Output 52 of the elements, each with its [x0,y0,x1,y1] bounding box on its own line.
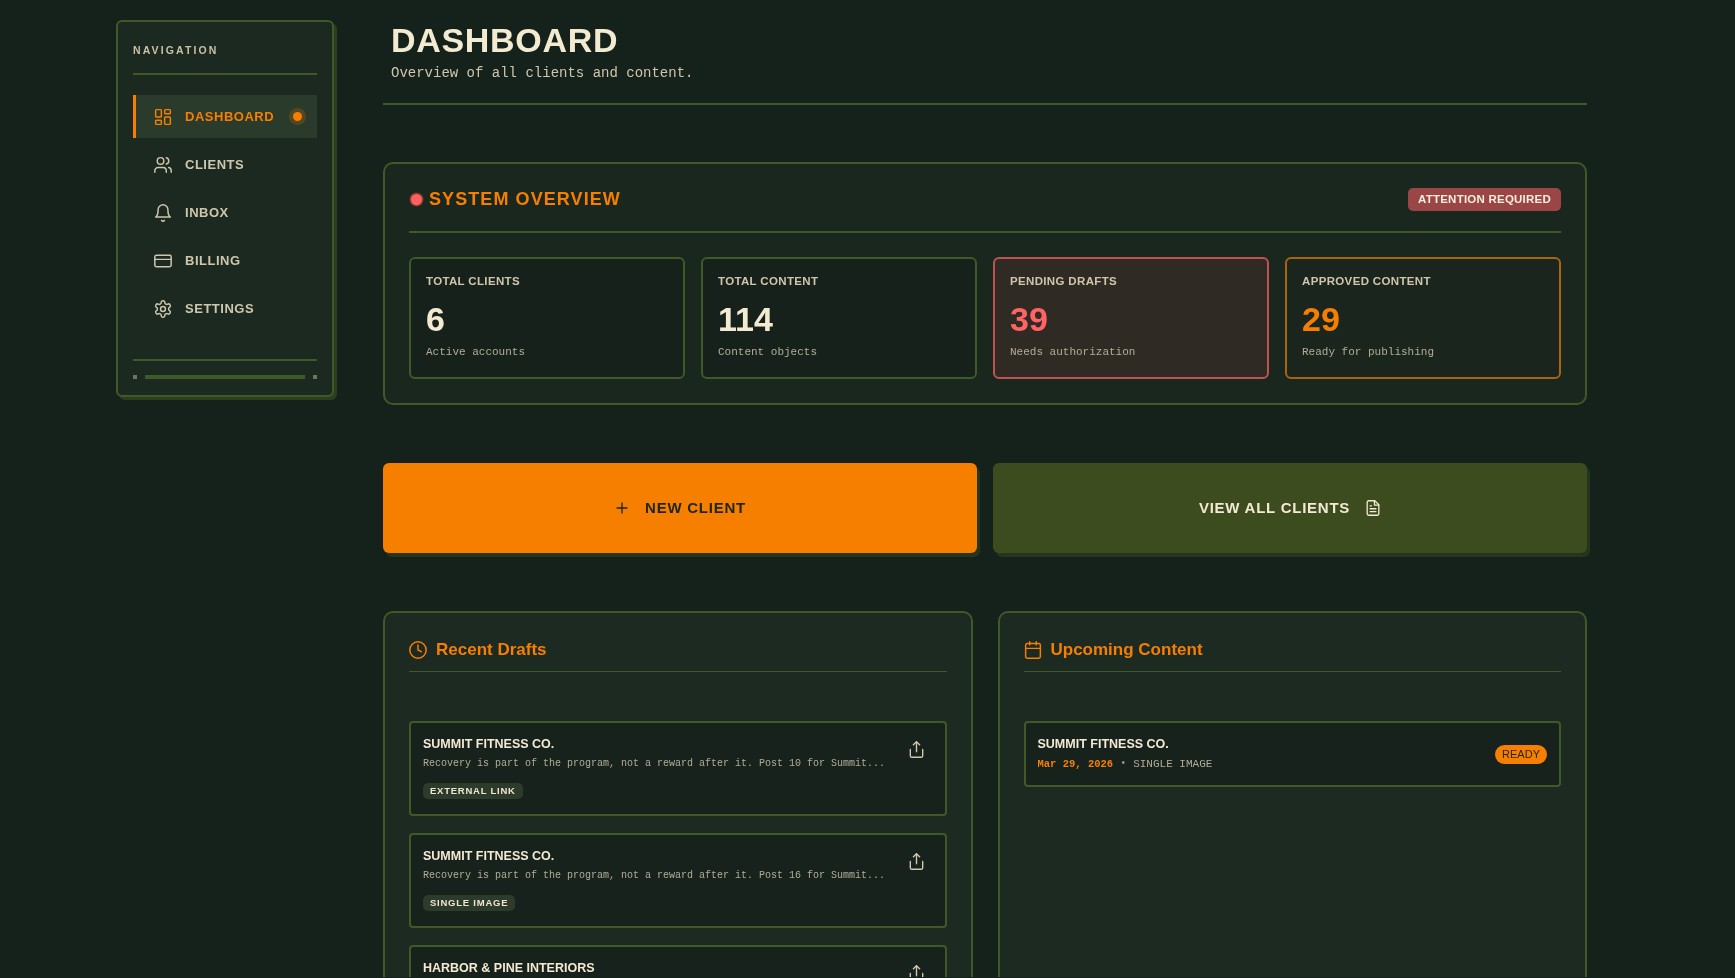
share-icon[interactable] [907,853,925,870]
sidebar-heading: NAVIGATION [133,43,220,58]
stat-value: 6 [426,299,446,339]
stat-value: 29 [1302,299,1341,339]
users-icon [154,155,172,174]
draft-excerpt: Recovery is part of the program, not a reward after it. Post 10 for Summit... [423,757,887,771]
nav-item[interactable]: SETTINGS [133,287,317,330]
client-name: SUMMIT FITNESS CO. [1037,736,1170,753]
client-name: SUMMIT FITNESS CO. [423,736,556,753]
settings-icon [154,299,172,318]
calendar-icon [1023,641,1042,659]
stat-value: 114 [718,299,774,339]
dashboard-grid-icon [154,107,172,126]
page-title: DASHBOARD [391,20,620,60]
stat-caption: Active accounts [426,345,527,360]
panel-title: Recent Drafts [436,639,547,661]
stat-caption: Ready for publishing [1302,345,1436,360]
attention-badge: ATTENTION REQUIRED [1408,188,1561,211]
format-tag: EXTERNAL LINK [423,783,523,799]
publish-date: Mar 29, 2026 [1037,757,1114,772]
stat-caption: Needs authorization [1010,345,1137,360]
share-icon[interactable] [907,741,925,758]
status-dot-icon [409,192,424,207]
stat-label: TOTAL CLIENTS [426,274,521,289]
document-icon [1365,500,1382,516]
panel-title: SYSTEM OVERVIEW [429,188,621,211]
draft-excerpt: Recovery is part of the program, not a reward after it. Post 16 for Summit... [423,869,887,883]
draft-card[interactable]: SUMMIT FITNESS CO. Recovery is part of the program, not a reward after it. Post 10 for Summit... EXTERNAL LINK [409,721,947,816]
stat-label: PENDING DRAFTS [1010,274,1119,289]
nav-item[interactable]: BILLING [133,239,317,282]
upcoming-card[interactable]: SUMMIT FITNESS CO. Mar 29, 2026 • SINGLE IMAGE READY [1023,721,1561,787]
plus-icon [614,500,631,516]
clock-icon [409,641,427,659]
separator-dot: • [1120,757,1127,771]
stat-label: TOTAL CONTENT [718,274,820,289]
status-badge: READY [1495,744,1547,764]
format-tag: SINGLE IMAGE [423,895,516,911]
bell-icon [154,203,172,222]
draft-card[interactable]: SUMMIT FITNESS CO. Recovery is part of the program, not a reward after it. Post 16 for Summit... SINGLE IMAGE [409,833,947,928]
stat-caption: Content objects [718,345,819,360]
share-icon[interactable] [907,965,925,977]
content-type: SINGLE IMAGE [1133,757,1213,772]
draft-card[interactable]: HARBOR & PINE INTERIORS [409,945,947,977]
panel-title: Upcoming Content [1050,639,1203,661]
stat-label: APPROVED CONTENT [1302,274,1432,289]
nav-item[interactable]: DASHBOARD [133,95,317,138]
client-name: SUMMIT FITNESS CO. [423,848,556,865]
stat-value: 39 [1010,299,1049,339]
nav-item[interactable]: INBOX [133,191,317,234]
nav-item[interactable]: CLIENTS [133,143,317,186]
client-name: HARBOR & PINE INTERIORS [423,960,596,977]
page-subtitle: Overview of all clients and content. [391,64,695,83]
